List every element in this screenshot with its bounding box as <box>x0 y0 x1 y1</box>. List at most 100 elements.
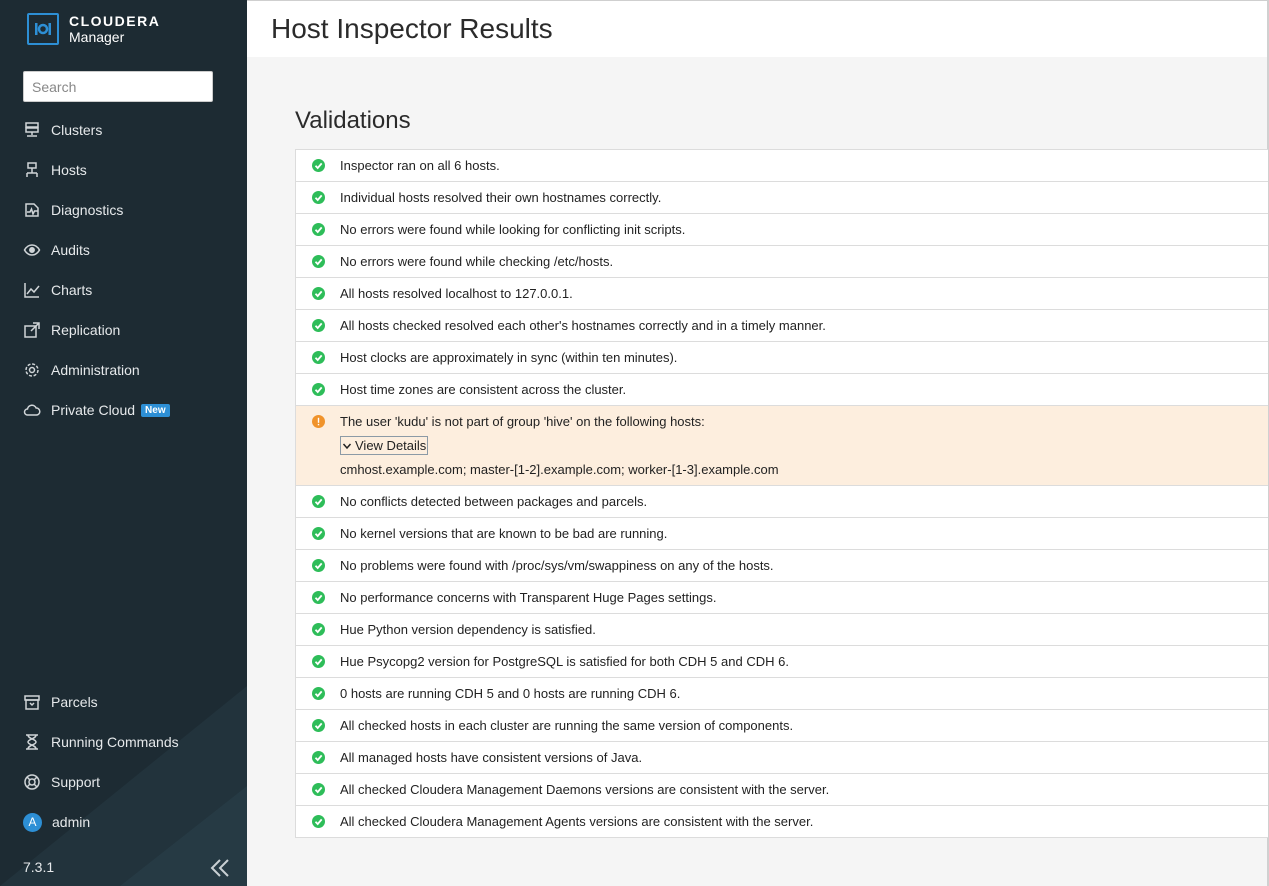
version-label: 7.3.1 <box>23 859 55 875</box>
check-circle-icon <box>312 287 325 300</box>
validation-row: All checked Cloudera Management Agents v… <box>296 806 1268 838</box>
sidebar-item-label: Clusters <box>51 122 103 138</box>
validation-row: No conflicts detected between packages a… <box>296 486 1268 518</box>
validation-row: All managed hosts have consistent versio… <box>296 742 1268 774</box>
validation-text: The user 'kudu' is not part of group 'hi… <box>340 414 705 429</box>
validation-text: All hosts resolved localhost to 127.0.0.… <box>340 286 573 301</box>
validation-row: All hosts checked resolved each other's … <box>296 310 1268 342</box>
cloud-icon <box>23 401 41 419</box>
sidebar-item-running-commands[interactable]: Running Commands <box>23 730 179 754</box>
validation-row: All hosts resolved localhost to 127.0.0.… <box>296 278 1268 310</box>
avatar: A <box>23 812 42 832</box>
sidebar-item-label: Charts <box>51 282 93 298</box>
view-details-label: View Details <box>355 438 427 453</box>
validation-row: Individual hosts resolved their own host… <box>296 182 1268 214</box>
check-circle-icon <box>312 591 325 604</box>
sidebar-item-hosts[interactable]: Hosts <box>23 158 87 182</box>
cloudera-logo[interactable]: CLOUDERA Manager <box>27 13 160 45</box>
sidebar-item-support[interactable]: Support <box>23 770 100 794</box>
validation-text: No conflicts detected between packages a… <box>340 494 648 509</box>
sidebar-item-label: Replication <box>51 322 121 338</box>
validation-text: No errors were found while looking for c… <box>340 222 686 237</box>
sidebar-item-charts[interactable]: Charts <box>23 278 92 302</box>
validations-list: Inspector ran on all 6 hosts. Individual … <box>295 149 1268 838</box>
validation-text: All checked hosts in each cluster are ru… <box>340 718 794 733</box>
page-title: Host Inspector Results <box>271 13 553 44</box>
check-circle-icon <box>312 815 325 828</box>
double-chevron-left-icon <box>210 859 229 877</box>
sidebar-item-label: Audits <box>51 242 90 258</box>
search-input[interactable] <box>23 71 213 102</box>
validation-text: No problems were found with /proc/sys/vm… <box>340 558 774 573</box>
validation-row: Inspector ran on all 6 hosts. <box>296 150 1268 182</box>
section-title: Validations <box>295 107 411 134</box>
collapse-sidebar-button[interactable] <box>208 856 232 880</box>
sidebar-item-label: Hosts <box>51 162 87 178</box>
check-circle-icon <box>312 687 325 700</box>
check-circle-icon <box>312 559 325 572</box>
check-circle-icon <box>312 191 325 204</box>
validation-row: No performance concerns with Transparent… <box>296 582 1268 614</box>
validation-text: Hue Psycopg2 version for PostgreSQL is s… <box>340 654 789 669</box>
check-circle-icon <box>312 159 325 172</box>
sidebar-item-audits[interactable]: Audits <box>23 238 90 262</box>
validation-text: Inspector ran on all 6 hosts. <box>340 158 500 173</box>
validation-row: The user 'kudu' is not part of group 'hi… <box>296 406 1268 486</box>
eye-icon <box>23 241 41 259</box>
validation-text: No kernel versions that are known to be … <box>340 526 668 541</box>
check-circle-icon <box>312 527 325 540</box>
gear-icon <box>23 361 41 379</box>
validation-row: 0 hosts are running CDH 5 and 0 hosts ar… <box>296 678 1268 710</box>
check-circle-icon <box>312 223 325 236</box>
check-circle-icon <box>312 783 325 796</box>
validation-text: All checked Cloudera Management Agents v… <box>340 814 814 829</box>
validation-row: Hue Psycopg2 version for PostgreSQL is s… <box>296 646 1268 678</box>
brand-name: CLOUDERA <box>69 13 161 29</box>
validation-row: All checked hosts in each cluster are ru… <box>296 710 1268 742</box>
sidebar-item-label: Administration <box>51 362 140 378</box>
warning-icon <box>312 415 325 428</box>
diagnostics-icon <box>23 201 41 219</box>
sidebar-item-user[interactable]: A admin <box>23 810 90 834</box>
validation-text: Host clocks are approximately in sync (w… <box>340 350 678 365</box>
validation-text: 0 hosts are running CDH 5 and 0 hosts ar… <box>340 686 681 701</box>
check-circle-icon <box>312 495 325 508</box>
sidebar-item-administration[interactable]: Administration <box>23 358 140 382</box>
page-header: Host Inspector Results <box>247 0 1268 57</box>
sidebar-item-label: Parcels <box>51 694 98 710</box>
sidebar-item-clusters[interactable]: Clusters <box>23 118 102 142</box>
validation-text: No errors were found while checking /etc… <box>340 254 614 269</box>
check-circle-icon <box>312 255 325 268</box>
sidebar: CLOUDERA Manager Clusters Hosts Diagnost… <box>0 0 247 886</box>
validation-text: Individual hosts resolved their own host… <box>340 190 662 205</box>
validation-text: All checked Cloudera Management Daemons … <box>340 782 830 797</box>
sidebar-item-label: Support <box>51 774 101 790</box>
check-circle-icon <box>312 623 325 636</box>
check-circle-icon <box>312 319 325 332</box>
sidebar-item-label: Private Cloud <box>51 402 136 418</box>
sidebar-item-replication[interactable]: Replication <box>23 318 120 342</box>
cloudera-logo-icon <box>27 13 59 45</box>
hourglass-icon <box>23 733 41 751</box>
check-circle-icon <box>312 751 325 764</box>
view-details-button[interactable]: View Details <box>340 436 429 455</box>
sidebar-item-label: Diagnostics <box>51 202 124 218</box>
sidebar-item-label: admin <box>52 814 91 830</box>
hosts-network-icon <box>23 161 41 179</box>
validation-text: Host time zones are consistent across th… <box>340 382 627 397</box>
validation-text: All hosts checked resolved each other's … <box>340 318 826 333</box>
validation-text: No performance concerns with Transparent… <box>340 590 717 605</box>
sidebar-item-diagnostics[interactable]: Diagnostics <box>23 198 123 222</box>
sidebar-item-parcels[interactable]: Parcels <box>23 690 98 714</box>
validation-row: No problems were found with /proc/sys/vm… <box>296 550 1268 582</box>
validation-row: No errors were found while checking /etc… <box>296 246 1268 278</box>
sidebar-item-private-cloud[interactable]: Private Cloud New <box>23 398 170 422</box>
server-stack-icon <box>23 121 41 139</box>
check-circle-icon <box>312 719 325 732</box>
lifebuoy-icon <box>23 773 41 791</box>
replication-icon <box>23 321 41 339</box>
validation-row: Host clocks are approximately in sync (w… <box>296 342 1268 374</box>
check-circle-icon <box>312 655 325 668</box>
check-circle-icon <box>312 351 325 364</box>
line-chart-icon <box>23 281 41 299</box>
